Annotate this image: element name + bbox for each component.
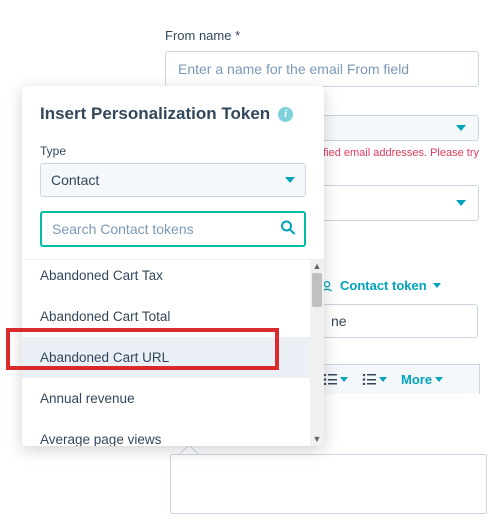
more-label: More bbox=[401, 372, 432, 387]
token-item[interactable]: Abandoned Cart URL bbox=[22, 337, 310, 378]
bullet-list-button[interactable] bbox=[323, 374, 348, 385]
chevron-down-icon bbox=[285, 177, 295, 183]
search-icon bbox=[280, 220, 296, 239]
scrollbar[interactable]: ▲ ▼ bbox=[310, 260, 324, 446]
token-item[interactable]: Abandoned Cart Tax bbox=[22, 259, 310, 296]
chevron-down-icon bbox=[379, 377, 387, 382]
editor-area[interactable] bbox=[170, 454, 487, 514]
modal-title: Insert Personalization Token bbox=[40, 104, 270, 124]
type-value: Contact bbox=[51, 172, 99, 188]
token-item[interactable]: Abandoned Cart Total bbox=[22, 296, 310, 337]
contact-token-button[interactable]: Contact token bbox=[320, 278, 441, 293]
chevron-down-icon bbox=[433, 283, 441, 288]
token-item[interactable]: Average page views bbox=[22, 419, 310, 446]
from-name-input[interactable] bbox=[165, 51, 479, 87]
search-input[interactable] bbox=[40, 211, 306, 247]
token-item[interactable]: Annual revenue bbox=[22, 378, 310, 419]
type-label: Type bbox=[40, 144, 306, 158]
scroll-up-icon[interactable]: ▲ bbox=[313, 260, 322, 273]
from-name-label: From name * bbox=[165, 28, 479, 43]
chevron-down-icon bbox=[435, 377, 443, 382]
type-select[interactable]: Contact bbox=[40, 163, 306, 197]
contact-token-label: Contact token bbox=[340, 278, 427, 293]
bullet-list-icon bbox=[323, 374, 337, 385]
info-icon[interactable]: i bbox=[278, 107, 293, 122]
numbered-list-icon bbox=[362, 374, 376, 385]
chevron-down-icon bbox=[340, 377, 348, 382]
scroll-down-icon[interactable]: ▼ bbox=[313, 433, 322, 446]
numbered-list-button[interactable] bbox=[362, 374, 387, 385]
chevron-down-icon bbox=[456, 200, 466, 206]
personalization-token-modal: Insert Personalization Token i Type Cont… bbox=[22, 86, 324, 446]
more-button[interactable]: More bbox=[401, 372, 443, 387]
scroll-thumb[interactable] bbox=[312, 273, 322, 307]
token-list: Abandoned Cart TaxAbandoned Cart TotalAb… bbox=[22, 259, 324, 446]
chevron-down-icon bbox=[456, 125, 466, 131]
editor-toolbar: More bbox=[315, 364, 480, 394]
subject-input[interactable] bbox=[320, 304, 478, 338]
